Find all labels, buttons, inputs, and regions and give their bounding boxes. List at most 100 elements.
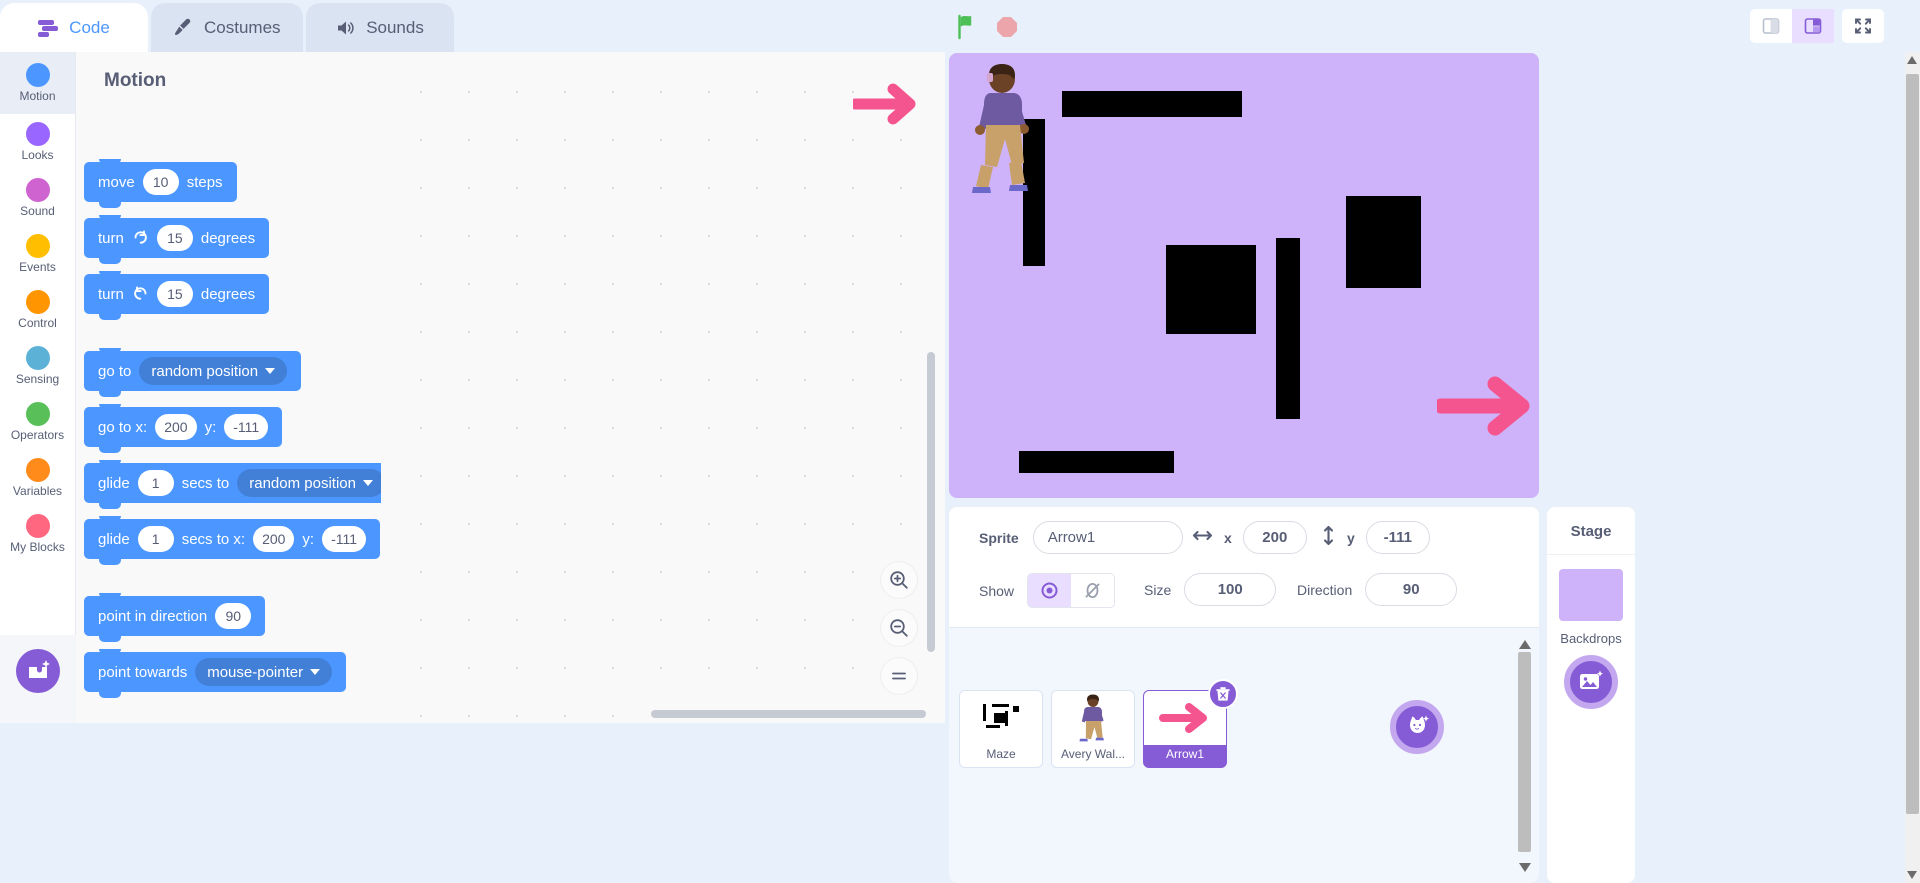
block-input-degrees[interactable]: 15: [157, 225, 193, 251]
stage-canvas[interactable]: [949, 53, 1539, 498]
sprite-y-row: y -111: [1321, 521, 1430, 554]
fullscreen-icon[interactable]: [1842, 9, 1884, 43]
category-operators[interactable]: Operators: [0, 394, 75, 450]
sprite-y-input[interactable]: -111: [1366, 521, 1430, 554]
eye-crossed-icon[interactable]: [1071, 574, 1114, 607]
scratch-editor: Code Costumes Sounds: [0, 0, 1920, 883]
category-label: Sound: [20, 204, 55, 218]
sprite-label: Sprite: [979, 530, 1019, 546]
page-scroll-down-icon[interactable]: [1907, 871, 1917, 879]
small-stage-icon[interactable]: [1750, 9, 1792, 43]
category-events[interactable]: Events: [0, 226, 75, 282]
sprite-x-input[interactable]: 200: [1243, 521, 1307, 554]
sprite-card-maze[interactable]: Maze: [959, 690, 1043, 768]
block-input-secs[interactable]: 1: [138, 470, 174, 496]
stop-icon[interactable]: [992, 12, 1022, 45]
sprite-list-scrollbar[interactable]: [1518, 638, 1531, 874]
block-input-y[interactable]: -111: [224, 414, 268, 440]
tab-costumes[interactable]: Costumes: [151, 3, 303, 52]
stage-backdrop-thumb[interactable]: [1559, 569, 1623, 621]
category-sound[interactable]: Sound: [0, 170, 75, 226]
pink-arrow-sprite[interactable]: [1437, 375, 1533, 442]
add-sprite-cat-icon[interactable]: [1390, 700, 1444, 754]
block-palette[interactable]: Motion move 10 steps turn 15 degrees tur…: [76, 52, 381, 723]
category-looks[interactable]: Looks: [0, 114, 75, 170]
block-glide-to-xy[interactable]: glide 1 secs to x: 200 y: -111: [84, 519, 380, 559]
dropdown-value: mouse-pointer: [207, 664, 303, 681]
dropdown-value: random position: [249, 475, 356, 492]
eye-icon[interactable]: [1028, 574, 1071, 607]
workspace-vertical-scrollbar[interactable]: [927, 352, 935, 652]
block-text: secs to: [182, 475, 230, 492]
stage-selector[interactable]: Stage Backdrops: [1547, 507, 1635, 883]
block-turn-right[interactable]: turn 15 degrees: [84, 218, 269, 258]
zoom-in-icon[interactable]: [880, 561, 918, 599]
block-input-x[interactable]: 200: [253, 526, 294, 552]
layout-buttons: [1750, 9, 1884, 43]
block-dropdown-target[interactable]: mouse-pointer: [195, 658, 332, 686]
category-motion[interactable]: Motion: [0, 52, 75, 114]
green-flag-icon[interactable]: [952, 12, 982, 45]
add-backdrop-icon[interactable]: [1564, 655, 1618, 709]
sprite-name-input[interactable]: Arrow1: [1033, 521, 1183, 554]
sprite-card-name: Arrow1: [1166, 747, 1204, 761]
sprite-card-arrow1[interactable]: Arrow1: [1143, 690, 1227, 768]
block-go-to[interactable]: go to random position: [84, 351, 301, 391]
sprite-card-avery[interactable]: Avery Wal...: [1051, 690, 1135, 768]
sprite-direction-input[interactable]: 90: [1365, 573, 1457, 606]
zoom-reset-icon[interactable]: [880, 657, 918, 695]
block-go-to-xy[interactable]: go to x: 200 y: -111: [84, 407, 282, 447]
sprite-card-name: Avery Wal...: [1061, 747, 1125, 761]
block-dropdown-target[interactable]: random position: [237, 469, 381, 497]
backdrops-label: Backdrops: [1547, 631, 1635, 646]
category-sidebar: Motion Looks Sound Events Control Sensin…: [0, 52, 76, 635]
block-input-secs[interactable]: 1: [138, 526, 174, 552]
category-label: Looks: [21, 148, 53, 162]
category-color-dot: [26, 234, 50, 258]
block-input-direction[interactable]: 90: [215, 603, 251, 629]
scroll-thumb[interactable]: [1518, 652, 1531, 852]
block-move-steps[interactable]: move 10 steps: [84, 162, 237, 202]
block-input-x[interactable]: 200: [155, 414, 196, 440]
normal-stage-icon[interactable]: [1792, 9, 1834, 43]
category-label: Control: [18, 316, 57, 330]
code-workspace[interactable]: [381, 52, 945, 723]
sprite-list: Maze Avery Wal...: [949, 627, 1539, 883]
category-control[interactable]: Control: [0, 282, 75, 338]
trash-icon[interactable]: [1208, 679, 1238, 709]
scroll-down-icon[interactable]: [1519, 863, 1531, 872]
maze-wall: [1276, 238, 1300, 419]
category-color-dot: [26, 458, 50, 482]
block-text: secs to x:: [182, 531, 245, 548]
category-label: My Blocks: [10, 540, 65, 554]
block-point-towards[interactable]: point towards mouse-pointer: [84, 652, 346, 692]
zoom-out-icon[interactable]: [880, 609, 918, 647]
block-input-degrees[interactable]: 15: [157, 281, 193, 307]
tab-sounds[interactable]: Sounds: [306, 3, 454, 52]
sprite-size-input[interactable]: 100: [1184, 573, 1276, 606]
workspace-horizontal-scrollbar[interactable]: [651, 710, 926, 718]
block-glide-to[interactable]: glide 1 secs to random position: [84, 463, 381, 503]
block-text: degrees: [201, 286, 255, 303]
tab-code[interactable]: Code: [0, 3, 148, 52]
avery-thumb: [1052, 691, 1134, 745]
block-input-steps[interactable]: 10: [143, 169, 179, 195]
block-turn-left[interactable]: turn 15 degrees: [84, 274, 269, 314]
brush-icon: [173, 17, 195, 39]
page-scroll-up-icon[interactable]: [1907, 56, 1917, 64]
page-scrollbar[interactable]: [1905, 52, 1920, 883]
scroll-up-icon[interactable]: [1519, 640, 1531, 649]
category-my-blocks[interactable]: My Blocks: [0, 506, 75, 562]
add-extension-icon[interactable]: [16, 649, 60, 693]
speaker-icon: [335, 17, 357, 39]
page-scroll-thumb[interactable]: [1906, 74, 1919, 814]
block-text: turn: [98, 230, 124, 247]
chevron-down-icon: [265, 368, 275, 374]
block-dropdown-target[interactable]: random position: [139, 357, 287, 385]
avery-walking-sprite[interactable]: [971, 63, 1035, 198]
block-point-in-direction[interactable]: point in direction 90: [84, 596, 265, 636]
category-sensing[interactable]: Sensing: [0, 338, 75, 394]
category-label: Events: [19, 260, 56, 274]
category-variables[interactable]: Variables: [0, 450, 75, 506]
block-input-y[interactable]: -111: [322, 526, 366, 552]
